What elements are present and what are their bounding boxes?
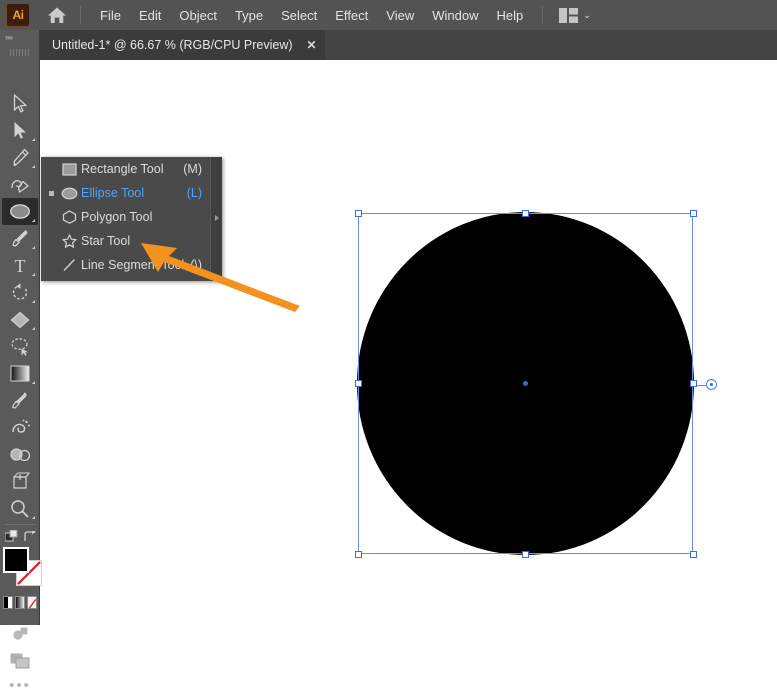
tool-flyout-indicator [32, 327, 35, 330]
rectangle-icon [57, 162, 81, 176]
curvature-tool[interactable] [2, 171, 38, 198]
rotate-tool[interactable] [2, 279, 38, 306]
menu-separator-2 [542, 6, 544, 24]
direct-selection-tool[interactable] [2, 117, 38, 144]
selection-handle-middle-right[interactable] [690, 380, 697, 387]
none-mode-button[interactable] [27, 596, 37, 609]
toolbar-overflow-icon[interactable]: ••• [2, 675, 38, 695]
artboard-canvas[interactable] [40, 60, 777, 625]
fill-swatch[interactable] [3, 547, 29, 573]
flyout-item-ellipse-tool[interactable]: Ellipse Tool (L) [41, 181, 222, 205]
color-mode-button[interactable] [3, 596, 13, 609]
toolbar-divider [5, 524, 35, 525]
tool-flyout-indicator [32, 138, 35, 141]
flyout-item-label: Ellipse Tool [81, 186, 145, 200]
flyout-item-shortcut: (L) [186, 186, 202, 200]
tool-flyout-indicator [32, 516, 35, 519]
drawing-mode-button[interactable] [2, 620, 38, 647]
lasso-tool[interactable] [2, 333, 38, 360]
selection-handle-bottom-left[interactable] [355, 551, 362, 558]
polygon-icon [57, 210, 81, 224]
flyout-item-star-tool[interactable]: Star Tool [41, 229, 222, 253]
selection-handle-top-left[interactable] [355, 210, 362, 217]
arrange-documents-button[interactable]: ⌄ [553, 6, 597, 25]
menu-type[interactable]: Type [226, 5, 272, 26]
document-tab[interactable]: Untitled-1* @ 66.67 % (RGB/CPU Preview) … [40, 30, 325, 60]
chevron-down-icon: ⌄ [583, 9, 591, 20]
shape-builder-tool[interactable] [2, 441, 38, 468]
rotate-handle-widget[interactable] [706, 379, 717, 390]
arrange-documents-icon [559, 7, 579, 23]
gradient-mode-button[interactable] [15, 596, 25, 609]
line-segment-icon [57, 258, 81, 272]
default-fill-stroke-icon[interactable] [4, 529, 18, 542]
tool-flyout-indicator [32, 273, 35, 276]
screen-mode-button[interactable] [2, 647, 38, 674]
flyout-item-label: Star Tool [81, 234, 131, 248]
center-anchor-point [523, 381, 528, 386]
tool-flyout-indicator [32, 219, 35, 222]
flyout-item-line-segment-tool[interactable]: Line Segment Tool (\) [41, 253, 222, 277]
ellipse-tool[interactable] [2, 198, 38, 225]
color-mode-buttons [3, 596, 37, 609]
selection-handle-middle-left[interactable] [355, 380, 362, 387]
selection-handle-top-center[interactable] [522, 210, 529, 217]
selection-tool[interactable] [2, 90, 38, 117]
tools-panel: »» T ••• [0, 30, 42, 693]
flyout-item-polygon-tool[interactable]: Polygon Tool [41, 205, 222, 229]
menu-bar: Ai File Edit Object Type Select Effect V… [0, 0, 777, 30]
collapse-panel-icon[interactable]: »» [0, 30, 39, 45]
pen-tool[interactable] [2, 144, 38, 171]
app-logo: Ai [6, 3, 30, 27]
symbol-sprayer-tool[interactable] [2, 414, 38, 441]
menu-object[interactable]: Object [170, 5, 226, 26]
flyout-item-label: Rectangle Tool [81, 162, 164, 176]
menu-window[interactable]: Window [423, 5, 487, 26]
tool-flyout-indicator [32, 300, 35, 303]
document-tab-title: Untitled-1* @ 66.67 % (RGB/CPU Preview) [52, 38, 293, 52]
home-icon[interactable] [44, 2, 70, 28]
panel-grip-handle[interactable] [0, 45, 39, 59]
flyout-item-label: Polygon Tool [81, 210, 153, 224]
close-icon[interactable]: ✕ [307, 39, 317, 51]
flyout-tearoff-strip[interactable] [210, 157, 222, 281]
tool-flyout-indicator [32, 381, 35, 384]
document-tab-bar: Untitled-1* @ 66.67 % (RGB/CPU Preview) … [0, 30, 777, 60]
svg-text:T: T [15, 256, 26, 275]
zoom-tool[interactable] [2, 495, 38, 522]
flyout-item-shortcut: (M) [183, 162, 202, 176]
menu-view[interactable]: View [377, 5, 423, 26]
flyout-selected-marker [45, 190, 57, 196]
flyout-item-shortcut: (\) [190, 258, 202, 272]
tool-flyout-indicator [32, 165, 35, 168]
menu-select[interactable]: Select [272, 5, 326, 26]
menu-help[interactable]: Help [487, 5, 532, 26]
selection-handle-top-right[interactable] [690, 210, 697, 217]
ellipse-icon [57, 187, 81, 200]
selection-handle-bottom-right[interactable] [690, 551, 697, 558]
selection-handle-bottom-center[interactable] [522, 551, 529, 558]
flyout-item-rectangle-tool[interactable]: Rectangle Tool (M) [41, 157, 222, 181]
menu-separator-1 [80, 6, 81, 24]
menu-effect[interactable]: Effect [326, 5, 377, 26]
eyedropper-tool[interactable] [2, 387, 38, 414]
flyout-item-label: Line Segment Tool [81, 258, 185, 272]
eraser-tool[interactable] [2, 306, 38, 333]
type-tool[interactable]: T [2, 252, 38, 279]
tearoff-marker-icon [215, 215, 219, 221]
menu-file[interactable]: File [91, 5, 130, 26]
tool-flyout-indicator [32, 246, 35, 249]
fill-stroke-widget [2, 546, 42, 592]
star-icon [57, 234, 81, 248]
shape-tools-flyout: Rectangle Tool (M) Ellipse Tool (L) Poly… [41, 157, 222, 281]
gradient-tool[interactable] [2, 360, 38, 387]
menu-edit[interactable]: Edit [130, 5, 170, 26]
artboard-tool[interactable] [2, 468, 38, 495]
paintbrush-tool[interactable] [2, 225, 38, 252]
